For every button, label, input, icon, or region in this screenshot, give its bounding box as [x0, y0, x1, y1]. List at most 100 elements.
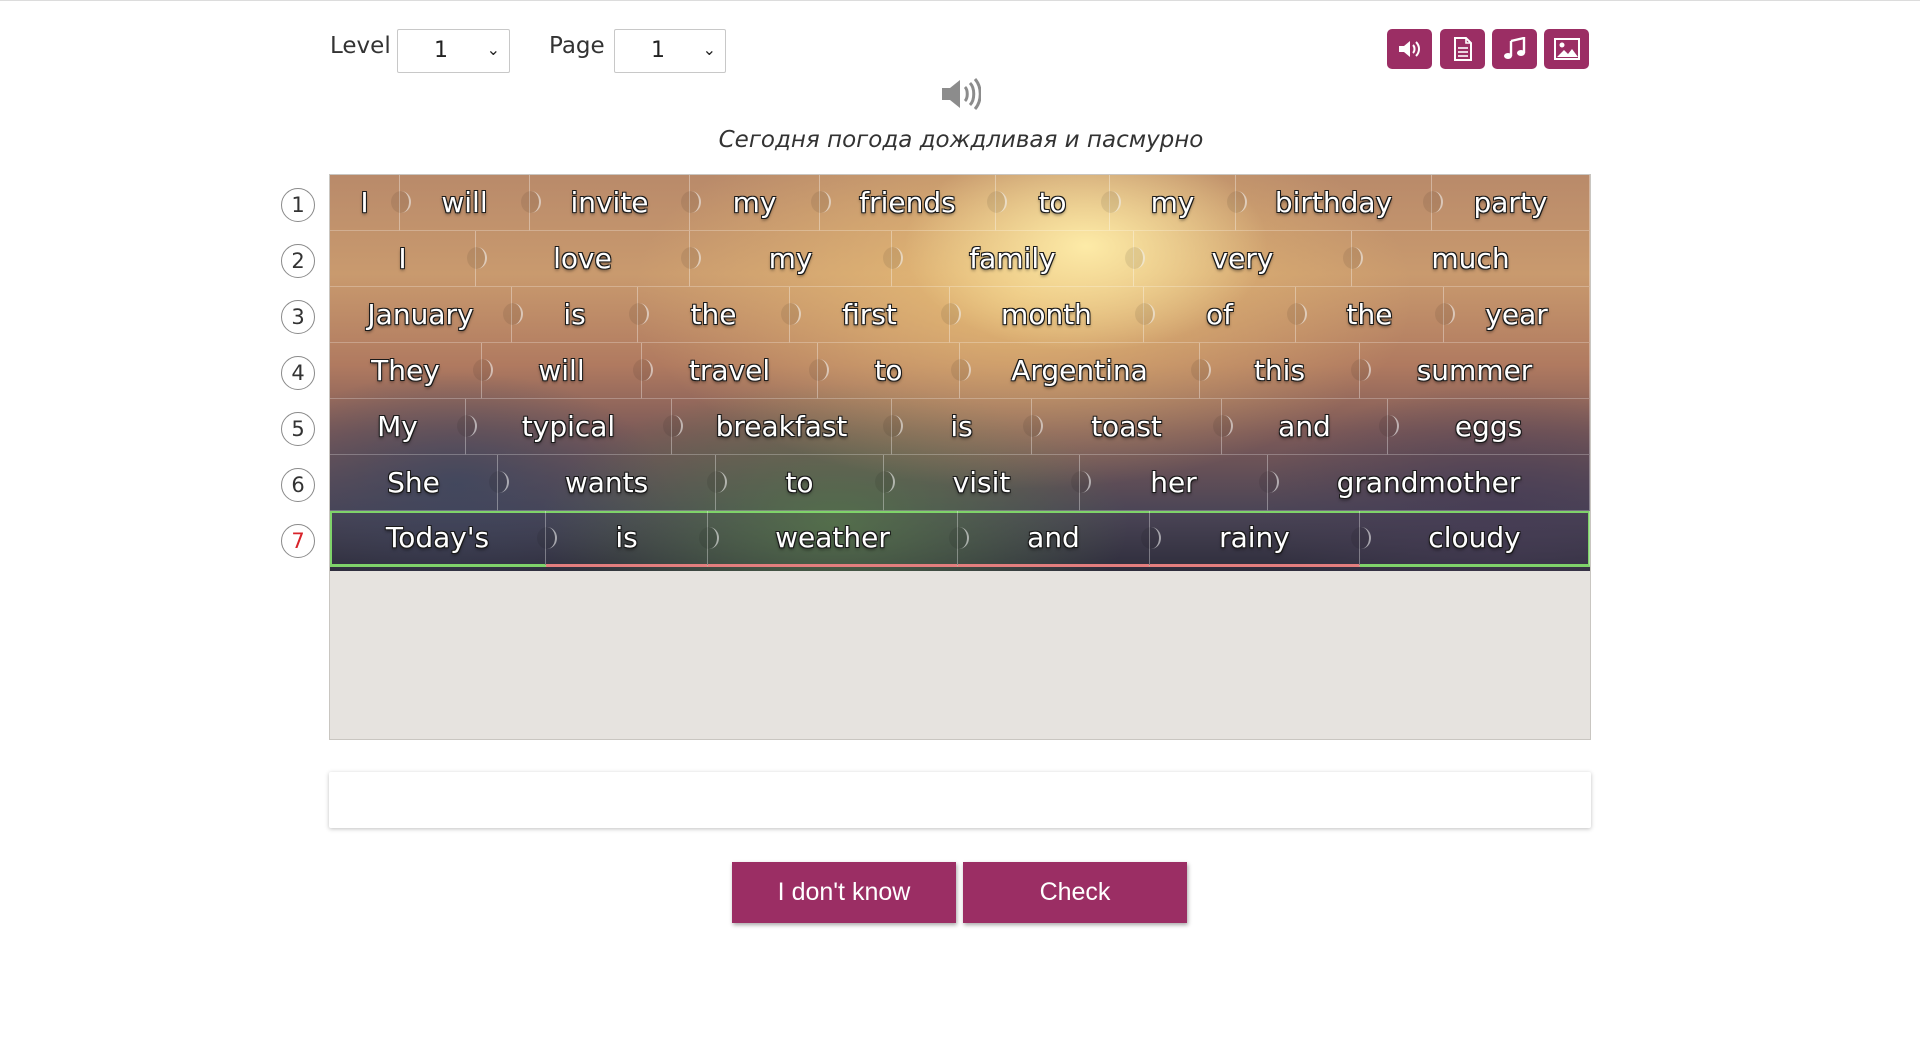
puzzle-connector	[1191, 359, 1211, 381]
word-tile[interactable]: her	[1071, 455, 1268, 511]
puzzle-connector	[1351, 527, 1371, 549]
puzzle-connector	[467, 247, 487, 269]
word-tile[interactable]: is	[883, 399, 1032, 455]
image-icon	[1553, 38, 1580, 60]
puzzle-connector	[629, 303, 649, 325]
word-tile[interactable]: month	[941, 287, 1144, 343]
puzzle-connector	[781, 303, 801, 325]
level-select[interactable]: 1 ⌄	[397, 29, 510, 73]
puzzle-connector	[681, 191, 701, 213]
word-tile[interactable]: this	[1191, 343, 1360, 399]
word-tile[interactable]: eggs	[1379, 399, 1590, 455]
word-tile[interactable]: to	[809, 343, 960, 399]
puzzle-connector	[473, 359, 493, 381]
word-tile[interactable]: much	[1343, 231, 1590, 287]
puzzle-connector	[811, 191, 831, 213]
word-tile[interactable]: family	[883, 231, 1134, 287]
word-tile[interactable]: my	[1101, 175, 1236, 231]
puzzle-connector	[1141, 527, 1161, 549]
word-tile[interactable]: My	[330, 399, 466, 455]
word-tile[interactable]: They	[330, 343, 482, 399]
word-tile[interactable]: grandmother	[1259, 455, 1590, 511]
word-tile[interactable]: weather	[699, 511, 958, 567]
puzzle-connector	[489, 471, 509, 493]
puzzle-connector	[1351, 359, 1371, 381]
check-button[interactable]: Check	[963, 862, 1187, 923]
sentence-row-2: I love my family very much	[330, 231, 1590, 287]
word-tile[interactable]: the	[1287, 287, 1444, 343]
word-tile[interactable]: Today's	[330, 511, 546, 567]
row-number-active: 7	[281, 524, 315, 558]
word-tile[interactable]: and	[1213, 399, 1388, 455]
word-tile[interactable]: is	[537, 511, 708, 567]
row-number: 2	[281, 244, 315, 278]
puzzle-connector	[941, 303, 961, 325]
puzzle-connector	[875, 471, 895, 493]
word-tile[interactable]: love	[467, 231, 690, 287]
top-divider	[0, 0, 1920, 1]
word-tile[interactable]: my	[681, 175, 820, 231]
puzzle-connector	[503, 303, 523, 325]
puzzle-connector	[707, 471, 727, 493]
page-label: Page	[549, 33, 605, 59]
word-tile[interactable]: cloudy	[1351, 511, 1590, 567]
puzzle-connector	[1343, 247, 1363, 269]
chevron-down-icon: ⌄	[702, 40, 716, 59]
word-tile[interactable]: breakfast	[663, 399, 892, 455]
word-tile[interactable]: very	[1125, 231, 1352, 287]
page-select[interactable]: 1 ⌄	[614, 29, 726, 73]
word-tile[interactable]: rainy	[1141, 511, 1360, 567]
word-tile[interactable]: first	[781, 287, 950, 343]
puzzle-connector	[521, 191, 541, 213]
background-image-button[interactable]	[1544, 29, 1589, 69]
word-tile[interactable]: birthday	[1227, 175, 1432, 231]
word-tile[interactable]: of	[1135, 287, 1296, 343]
word-tile[interactable]: I	[330, 231, 476, 287]
autoplay-audio-button[interactable]	[1492, 29, 1537, 69]
word-tile[interactable]: will	[473, 343, 642, 399]
word-tile[interactable]: She	[330, 455, 498, 511]
word-tile[interactable]: summer	[1351, 343, 1590, 399]
word-tile[interactable]: friends	[811, 175, 996, 231]
word-tile[interactable]: travel	[633, 343, 818, 399]
word-tile[interactable]: visit	[875, 455, 1080, 511]
word-tile[interactable]: January	[330, 287, 512, 343]
word-tile[interactable]: to	[987, 175, 1110, 231]
puzzle-connector	[1227, 191, 1247, 213]
puzzle-connector	[1435, 303, 1455, 325]
puzzle-connector	[537, 527, 557, 549]
sentence-row-4: They will travel to Argentina this summe…	[330, 343, 1590, 399]
word-tile[interactable]: Argentina	[951, 343, 1200, 399]
word-tile[interactable]: I	[330, 175, 400, 231]
puzzle-connector	[391, 191, 411, 213]
sentence-row-7-active: Today's is weather and rainy cloudy	[330, 511, 1590, 567]
sentence-row-6: She wants to visit her grandmother	[330, 455, 1590, 511]
row-number: 3	[281, 300, 315, 334]
puzzle-connector	[1287, 303, 1307, 325]
word-tile[interactable]: my	[681, 231, 892, 287]
word-tile[interactable]: to	[707, 455, 884, 511]
word-tile[interactable]: typical	[457, 399, 672, 455]
puzzle-connector	[883, 247, 903, 269]
puzzle-connector	[1379, 415, 1399, 437]
word-tile[interactable]: invite	[521, 175, 690, 231]
word-tile[interactable]: toast	[1023, 399, 1222, 455]
word-tile[interactable]: is	[503, 287, 638, 343]
word-tile[interactable]: wants	[489, 455, 716, 511]
word-tile[interactable]: party	[1423, 175, 1590, 231]
puzzle-connector	[1125, 247, 1145, 269]
dont-know-button[interactable]: I don't know	[732, 862, 956, 923]
puzzle-connector	[681, 247, 701, 269]
word-source-box[interactable]	[329, 772, 1591, 828]
word-tile[interactable]: and	[949, 511, 1150, 567]
audio-hint-button[interactable]	[1387, 29, 1432, 69]
speaker-icon	[1398, 41, 1420, 57]
translation-text: Сегодня погода дождливая и пасмурно	[718, 127, 1204, 153]
document-icon	[1453, 37, 1472, 61]
word-tile[interactable]: will	[391, 175, 530, 231]
word-tile[interactable]: the	[629, 287, 790, 343]
play-sentence-speaker-icon[interactable]	[939, 75, 982, 117]
word-tile[interactable]: year	[1435, 287, 1590, 343]
translation-hint-button[interactable]	[1440, 29, 1485, 69]
row-number: 6	[281, 468, 315, 502]
